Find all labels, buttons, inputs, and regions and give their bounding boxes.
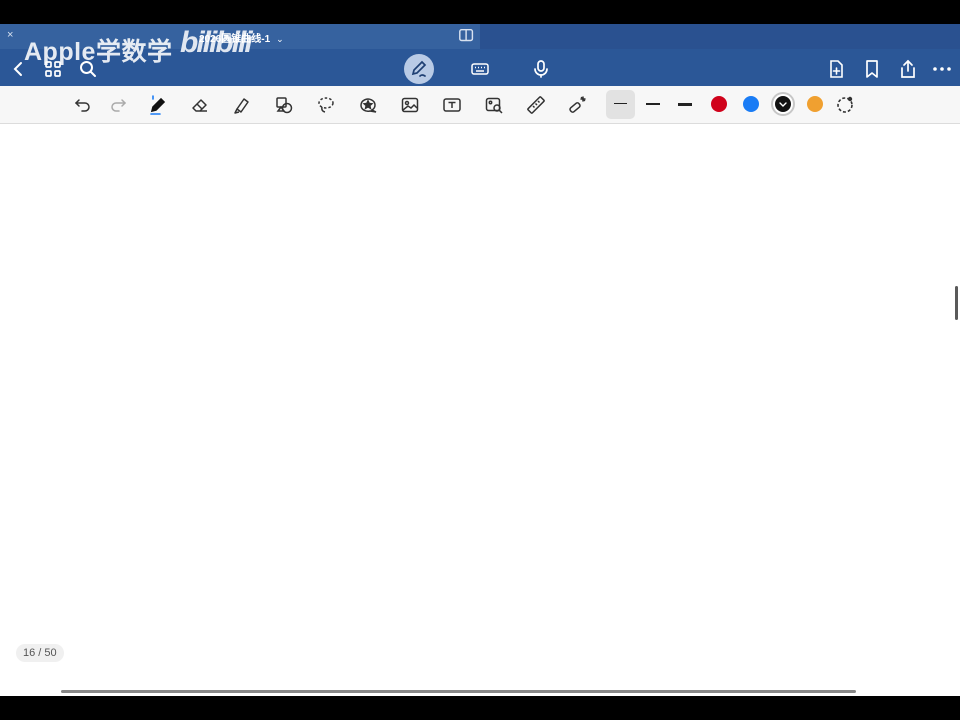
home-indicator[interactable] (61, 690, 856, 693)
microphone-icon[interactable] (529, 57, 553, 81)
image-search-icon[interactable] (482, 93, 506, 117)
scroll-indicator[interactable] (955, 286, 958, 320)
eraser-icon[interactable] (188, 93, 212, 117)
ruler-icon[interactable] (524, 93, 548, 117)
split-view-icon[interactable] (458, 27, 476, 45)
pencil-mode-icon[interactable] (404, 54, 434, 84)
laser-pointer-icon[interactable] (566, 93, 590, 117)
page-counter: 16 / 50 (16, 644, 64, 662)
redo-icon[interactable] (106, 93, 130, 117)
color-swatch-red[interactable] (711, 96, 727, 112)
color-picker-icon[interactable] (833, 93, 857, 117)
share-icon[interactable] (896, 57, 920, 81)
tab-strip-empty (480, 24, 960, 49)
search-icon[interactable] (76, 57, 100, 81)
shapes-icon[interactable] (272, 93, 296, 117)
chevron-down-icon[interactable]: ⌄ (276, 34, 284, 44)
undo-icon[interactable] (71, 93, 95, 117)
back-icon[interactable] (6, 57, 30, 81)
add-page-icon[interactable] (824, 57, 848, 81)
color-swatch-black[interactable] (775, 96, 791, 112)
notes-app-screen: × Apple学数学 bilibili 2026圆锥曲线-1 ⌄ 16 / 50 (0, 24, 960, 696)
sticker-icon[interactable] (356, 93, 380, 117)
drawing-toolbar (0, 86, 960, 124)
letterbox-top (0, 0, 960, 24)
stroke-size-thick[interactable] (678, 103, 692, 106)
header-bar: × Apple学数学 bilibili 2026圆锥曲线-1 ⌄ (0, 24, 960, 86)
document-title[interactable]: 2026圆锥曲线-1 ⌄ (199, 30, 284, 45)
stroke-size-medium[interactable] (646, 103, 660, 105)
stroke-size-thin[interactable] (614, 103, 627, 104)
keyboard-icon[interactable] (468, 57, 492, 81)
color-swatch-orange[interactable] (807, 96, 823, 112)
more-options-icon[interactable] (930, 57, 954, 81)
pen-tool-icon[interactable] (146, 93, 170, 117)
bookmark-icon[interactable] (860, 57, 884, 81)
image-icon[interactable] (398, 93, 422, 117)
tab-close-icon[interactable]: × (7, 29, 13, 41)
color-swatch-blue[interactable] (743, 96, 759, 112)
text-box-icon[interactable] (440, 93, 464, 117)
stroke-size-selected-bg (606, 90, 635, 119)
document-title-text: 2026圆锥曲线-1 (199, 34, 271, 45)
highlighter-icon[interactable] (230, 93, 254, 117)
grid-view-icon[interactable] (41, 57, 65, 81)
letterbox-bottom (0, 696, 960, 720)
lasso-icon[interactable] (314, 93, 338, 117)
